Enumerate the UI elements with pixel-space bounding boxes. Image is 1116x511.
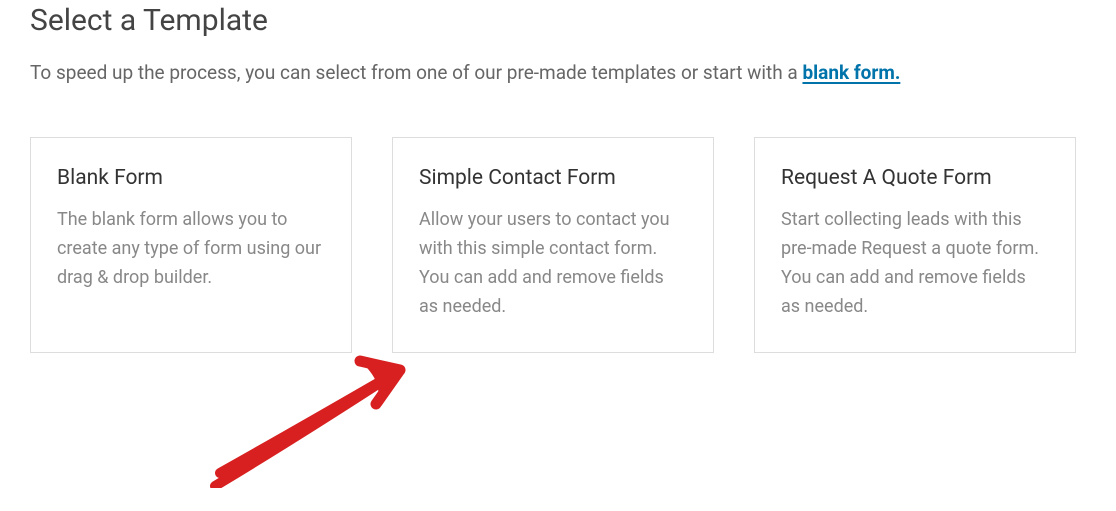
blank-form-link[interactable]: blank form. — [802, 61, 900, 84]
template-cards: Blank Form The blank form allows you to … — [30, 137, 1086, 352]
template-card-blank-form[interactable]: Blank Form The blank form allows you to … — [30, 137, 352, 352]
page-title: Select a Template — [30, 3, 1086, 38]
card-description: Start collecting leads with this pre-mad… — [781, 206, 1049, 321]
card-title: Simple Contact Form — [419, 166, 687, 190]
template-card-request-quote-form[interactable]: Request A Quote Form Start collecting le… — [754, 137, 1076, 352]
card-title: Blank Form — [57, 166, 325, 190]
intro-text-prefix: To speed up the process, you can select … — [30, 61, 802, 84]
intro-text: To speed up the process, you can select … — [30, 58, 1086, 87]
card-description: Allow your users to contact you with thi… — [419, 206, 687, 321]
card-title: Request A Quote Form — [781, 166, 1049, 190]
card-description: The blank form allows you to create any … — [57, 206, 325, 292]
template-card-simple-contact-form[interactable]: Simple Contact Form Allow your users to … — [392, 137, 714, 352]
